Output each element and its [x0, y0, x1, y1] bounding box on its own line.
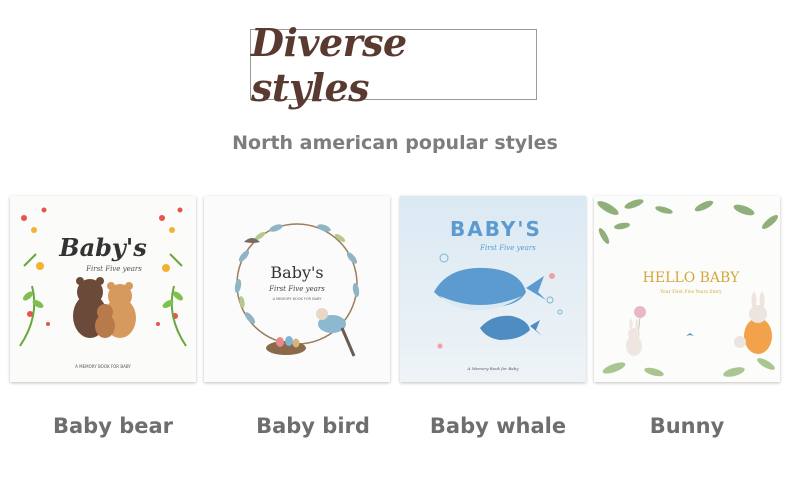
cover-title: BABY'S [450, 217, 542, 241]
bear-illustration: Baby's First Five years A MEMORY BOOK FO… [10, 196, 196, 382]
cover-subtitle: First Five years [85, 265, 142, 273]
cover-subtitle: Your First Five Years Story [659, 289, 722, 295]
cover-subtitle: First Five years [479, 244, 536, 252]
cover-title: Baby's [58, 233, 147, 262]
cover-subtitle: First Five years [268, 285, 325, 293]
cover-footer: A MEMORY BOOK FOR BABY [273, 297, 323, 301]
whale-illustration: BABY'S First Five years A Memory Book fo… [400, 196, 586, 382]
subtitle: North american popular styles [232, 132, 558, 154]
title-frame: Diverse styles [250, 20, 537, 110]
caption-bunny: Bunny [649, 414, 725, 438]
product-card-bear[interactable]: Baby's First Five years A MEMORY BOOK FO… [10, 196, 196, 382]
cover-footer: A MEMORY BOOK FOR BABY [75, 364, 131, 369]
cover-footer: A Memory Book for Baby [467, 366, 520, 371]
page-title: Diverse styles [251, 19, 407, 110]
caption-baby-bear: Baby bear [52, 414, 173, 438]
product-card-bird[interactable]: Baby's First Five years A MEMORY BOOK FO… [204, 196, 390, 382]
cover-title: Baby's [270, 263, 323, 282]
caption-baby-whale: Baby whale [429, 414, 567, 438]
bird-wreath-illustration: Baby's First Five years A MEMORY BOOK FO… [204, 196, 390, 382]
product-card-whale[interactable]: BABY'S First Five years A Memory Book fo… [400, 196, 586, 382]
cover-title: HELLO BABY [643, 270, 740, 286]
bunny-illustration: HELLO BABY Your First Five Years Story [594, 196, 780, 382]
product-card-bunny[interactable]: HELLO BABY Your First Five Years Story [594, 196, 780, 382]
